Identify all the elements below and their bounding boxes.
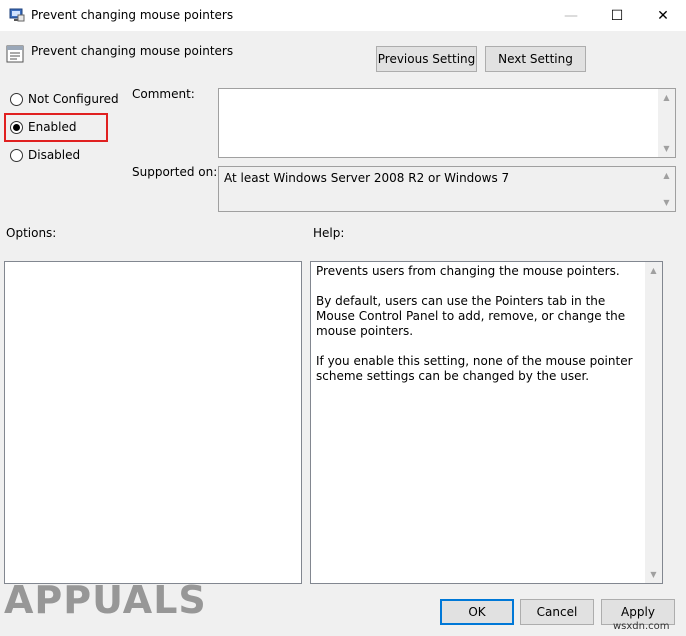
scroll-down-icon[interactable]: ▼	[645, 566, 662, 583]
maximize-icon: ☐	[610, 7, 624, 24]
supported-on-value: At least Windows Server 2008 R2 or Windo…	[224, 171, 510, 185]
minimize-button[interactable]: —	[548, 0, 594, 31]
radio-disabled[interactable]: Disabled	[10, 148, 80, 162]
supported-scrollbar[interactable]: ▲ ▼	[658, 167, 675, 211]
scroll-down-icon[interactable]: ▼	[658, 140, 675, 157]
radio-label: Disabled	[28, 148, 81, 162]
scroll-up-icon[interactable]: ▲	[658, 89, 675, 106]
policy-name: Prevent changing mouse pointers	[31, 44, 234, 58]
comment-scrollbar[interactable]: ▲ ▼	[658, 89, 675, 157]
group-policy-icon	[9, 8, 25, 22]
help-paragraph: Prevents users from changing the mouse p…	[316, 264, 620, 278]
help-paragraph: By default, users can use the Pointers t…	[316, 294, 626, 338]
close-icon: ✕	[657, 7, 669, 24]
radio-circle[interactable]	[10, 148, 23, 162]
comment-textbox[interactable]: ▲ ▼	[218, 88, 676, 158]
help-scrollbar[interactable]: ▲ ▼	[645, 262, 662, 583]
minimize-icon: —	[564, 7, 578, 24]
supported-on-label: Supported on:	[132, 165, 218, 179]
title-bar: Prevent changing mouse pointers — ☐ ✕	[0, 0, 686, 31]
cancel-button[interactable]: Cancel	[520, 599, 594, 625]
watermark-logo: APPUALS	[4, 578, 207, 622]
help-panel[interactable]: Prevents users from changing the mouse p…	[310, 261, 663, 584]
radio-circle[interactable]	[10, 92, 23, 106]
help-label: Help:	[313, 226, 345, 240]
watermark-site: wsxdn.com	[613, 621, 670, 632]
scroll-up-icon[interactable]: ▲	[658, 167, 675, 184]
ok-button[interactable]: OK	[440, 599, 514, 625]
comment-label: Comment:	[132, 87, 195, 101]
help-text: Prevents users from changing the mouse p…	[316, 264, 640, 399]
options-panel[interactable]	[4, 261, 302, 584]
options-label: Options:	[6, 226, 57, 240]
maximize-button[interactable]: ☐	[594, 0, 640, 31]
close-button[interactable]: ✕	[640, 0, 686, 31]
help-paragraph: If you enable this setting, none of the …	[316, 354, 633, 383]
scroll-up-icon[interactable]: ▲	[645, 262, 662, 279]
next-setting-button[interactable]: Next Setting	[485, 46, 586, 72]
supported-on-box: At least Windows Server 2008 R2 or Windo…	[218, 166, 676, 212]
radio-not-configured[interactable]: Not Configured	[10, 92, 119, 106]
radio-label: Not Configured	[28, 92, 119, 106]
scroll-down-icon[interactable]: ▼	[658, 194, 675, 211]
policy-setting-icon	[6, 45, 24, 63]
window-title: Prevent changing mouse pointers	[31, 8, 234, 22]
enabled-highlight-box	[4, 113, 108, 142]
previous-setting-button[interactable]: Previous Setting	[376, 46, 477, 72]
